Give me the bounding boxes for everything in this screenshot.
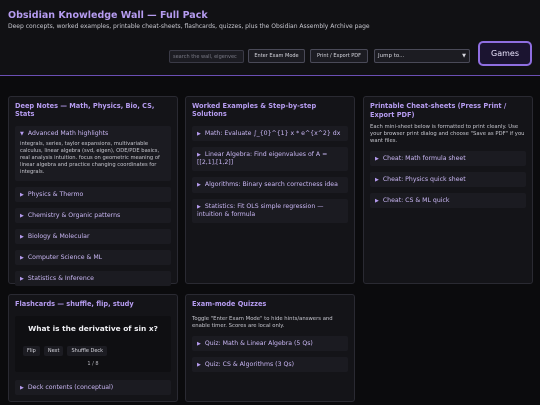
quizzes-title: Exam-mode Quizzes	[192, 300, 267, 308]
triangle-right-icon: ▶	[20, 385, 24, 391]
accordion-example-integral[interactable]: ▶ Math: Evaluate ∫_{0}^{1} x * e^{x^2} dx	[192, 126, 348, 141]
triangle-right-icon: ▶	[20, 192, 24, 198]
accordion-advanced-math[interactable]: ▼ Advanced Math highlights integrals, ser…	[15, 126, 171, 181]
triangle-right-icon: ▶	[20, 276, 24, 282]
jump-to-select[interactable]: Jump to... ▼	[374, 49, 470, 63]
triangle-right-icon: ▶	[20, 213, 24, 219]
accordion-cheat-cs-ml[interactable]: ▶ Cheat: CS & ML quick	[370, 193, 526, 208]
flashcard[interactable]: What is the derivative of sin x? Flip Ne…	[15, 316, 171, 372]
accordion-label: Linear Algebra: Find eigenvalues of A = …	[197, 151, 328, 166]
accordion-label: Statistics: Fit OLS simple regression — …	[197, 203, 324, 218]
accordion-statistics[interactable]: ▶ Statistics & Inference	[15, 271, 171, 286]
games-button[interactable]: Games	[478, 41, 532, 66]
triangle-right-icon: ▶	[197, 341, 201, 347]
search-input[interactable]	[169, 50, 244, 63]
accordion-label: Algorithms: Binary search correctness id…	[204, 181, 338, 188]
accordion-body: integrals, series, taylor expansions, mu…	[20, 141, 160, 175]
app-subtitle: Deep concepts, worked examples, printabl…	[8, 23, 370, 30]
print-export-button[interactable]: Print / Export PDF	[310, 49, 368, 63]
triangle-right-icon: ▶	[375, 177, 379, 183]
accordion-physics[interactable]: ▶ Physics & Thermo	[15, 187, 171, 202]
shuffle-deck-button[interactable]: Shuffle Deck	[67, 346, 108, 356]
accordion-cs-ml[interactable]: ▶ Computer Science & ML	[15, 250, 171, 265]
flashcards-title: Flashcards — shuffle, flip, study	[15, 300, 134, 308]
exam-mode-button[interactable]: Enter Exam Mode	[248, 49, 305, 63]
accordion-quiz-cs[interactable]: ▶ Quiz: CS & Algorithms (3 Qs)	[192, 357, 348, 372]
accordion-example-binary-search[interactable]: ▶ Algorithms: Binary search correctness i…	[192, 177, 348, 193]
worked-examples-panel: Worked Examples & Step-by-step Solutions…	[185, 96, 355, 284]
triangle-right-icon: ▶	[197, 182, 201, 188]
accordion-chemistry[interactable]: ▶ Chemistry & Organic patterns	[15, 208, 171, 223]
triangle-right-icon: ▶	[375, 198, 379, 204]
accordion-biology[interactable]: ▶ Biology & Molecular	[15, 229, 171, 244]
accordion-cheat-physics[interactable]: ▶ Cheat: Physics quick sheet	[370, 172, 526, 187]
triangle-right-icon: ▶	[197, 362, 201, 368]
accordion-quiz-math[interactable]: ▶ Quiz: Math & Linear Algebra (5 Qs)	[192, 336, 348, 351]
header-bar: Obsidian Knowledge Wall — Full Pack Deep…	[0, 0, 540, 76]
deep-notes-panel: Deep Notes — Math, Physics, Bio, CS, Sta…	[8, 96, 178, 286]
triangle-down-icon: ▼	[20, 131, 24, 137]
accordion-deck-contents[interactable]: ▶ Deck contents (conceptual)	[15, 380, 171, 395]
accordion-label: Advanced Math highlights	[27, 130, 109, 137]
triangle-right-icon: ▶	[375, 156, 379, 162]
accordion-example-ols[interactable]: ▶ Statistics: Fit OLS simple regression —…	[192, 199, 348, 223]
accordion-label: Quiz: CS & Algorithms (3 Qs)	[204, 361, 294, 368]
flip-button[interactable]: Flip	[23, 346, 40, 356]
accordion-label: Biology & Molecular	[27, 233, 90, 240]
cheatsheets-panel: Printable Cheat-sheets (Press Print / Ex…	[363, 96, 533, 284]
accordion-label: Computer Science & ML	[27, 254, 103, 261]
next-button[interactable]: Next	[43, 346, 64, 356]
accordion-label: Cheat: Math formula sheet	[382, 155, 466, 162]
triangle-right-icon: ▶	[20, 255, 24, 261]
triangle-right-icon: ▶	[197, 131, 201, 137]
quizzes-description: Toggle "Enter Exam Mode" to hide hints/a…	[192, 316, 333, 329]
jump-to-value: Jump to...	[378, 53, 405, 59]
accordion-example-eigenvalues[interactable]: ▶ Linear Algebra: Find eigenvalues of A =…	[192, 147, 348, 171]
accordion-label: Chemistry & Organic patterns	[27, 212, 121, 219]
app-title: Obsidian Knowledge Wall — Full Pack	[8, 10, 208, 21]
accordion-cheat-math[interactable]: ▶ Cheat: Math formula sheet	[370, 151, 526, 166]
accordion-label: Math: Evaluate ∫_{0}^{1} x * e^{x^2} dx	[204, 130, 341, 137]
triangle-right-icon: ▶	[197, 152, 201, 158]
cheatsheets-description: Each mini-sheet below is formatted to pr…	[370, 124, 525, 144]
deep-notes-title: Deep Notes — Math, Physics, Bio, CS, Sta…	[15, 102, 155, 118]
quizzes-panel: Exam-mode Quizzes Toggle "Enter Exam Mod…	[185, 294, 355, 402]
accordion-label: Deck contents (conceptual)	[27, 384, 114, 391]
cheatsheets-title: Printable Cheat-sheets (Press Print / Ex…	[370, 102, 507, 119]
accordion-label: Statistics & Inference	[27, 275, 94, 282]
accordion-label: Cheat: CS & ML quick	[382, 197, 450, 204]
triangle-right-icon: ▶	[197, 204, 201, 210]
flashcard-question: What is the derivative of sin x?	[28, 324, 158, 333]
flashcards-panel: Flashcards — shuffle, flip, study What i…	[8, 294, 178, 402]
accordion-label: Cheat: Physics quick sheet	[382, 176, 466, 183]
accordion-label: Quiz: Math & Linear Algebra (5 Qs)	[204, 340, 313, 347]
flashcard-counter: 1 / 8	[87, 361, 99, 367]
accordion-label: Physics & Thermo	[27, 191, 84, 198]
triangle-right-icon: ▶	[20, 234, 24, 240]
worked-examples-title: Worked Examples & Step-by-step Solutions	[192, 102, 317, 118]
chevron-down-icon: ▼	[462, 53, 466, 59]
